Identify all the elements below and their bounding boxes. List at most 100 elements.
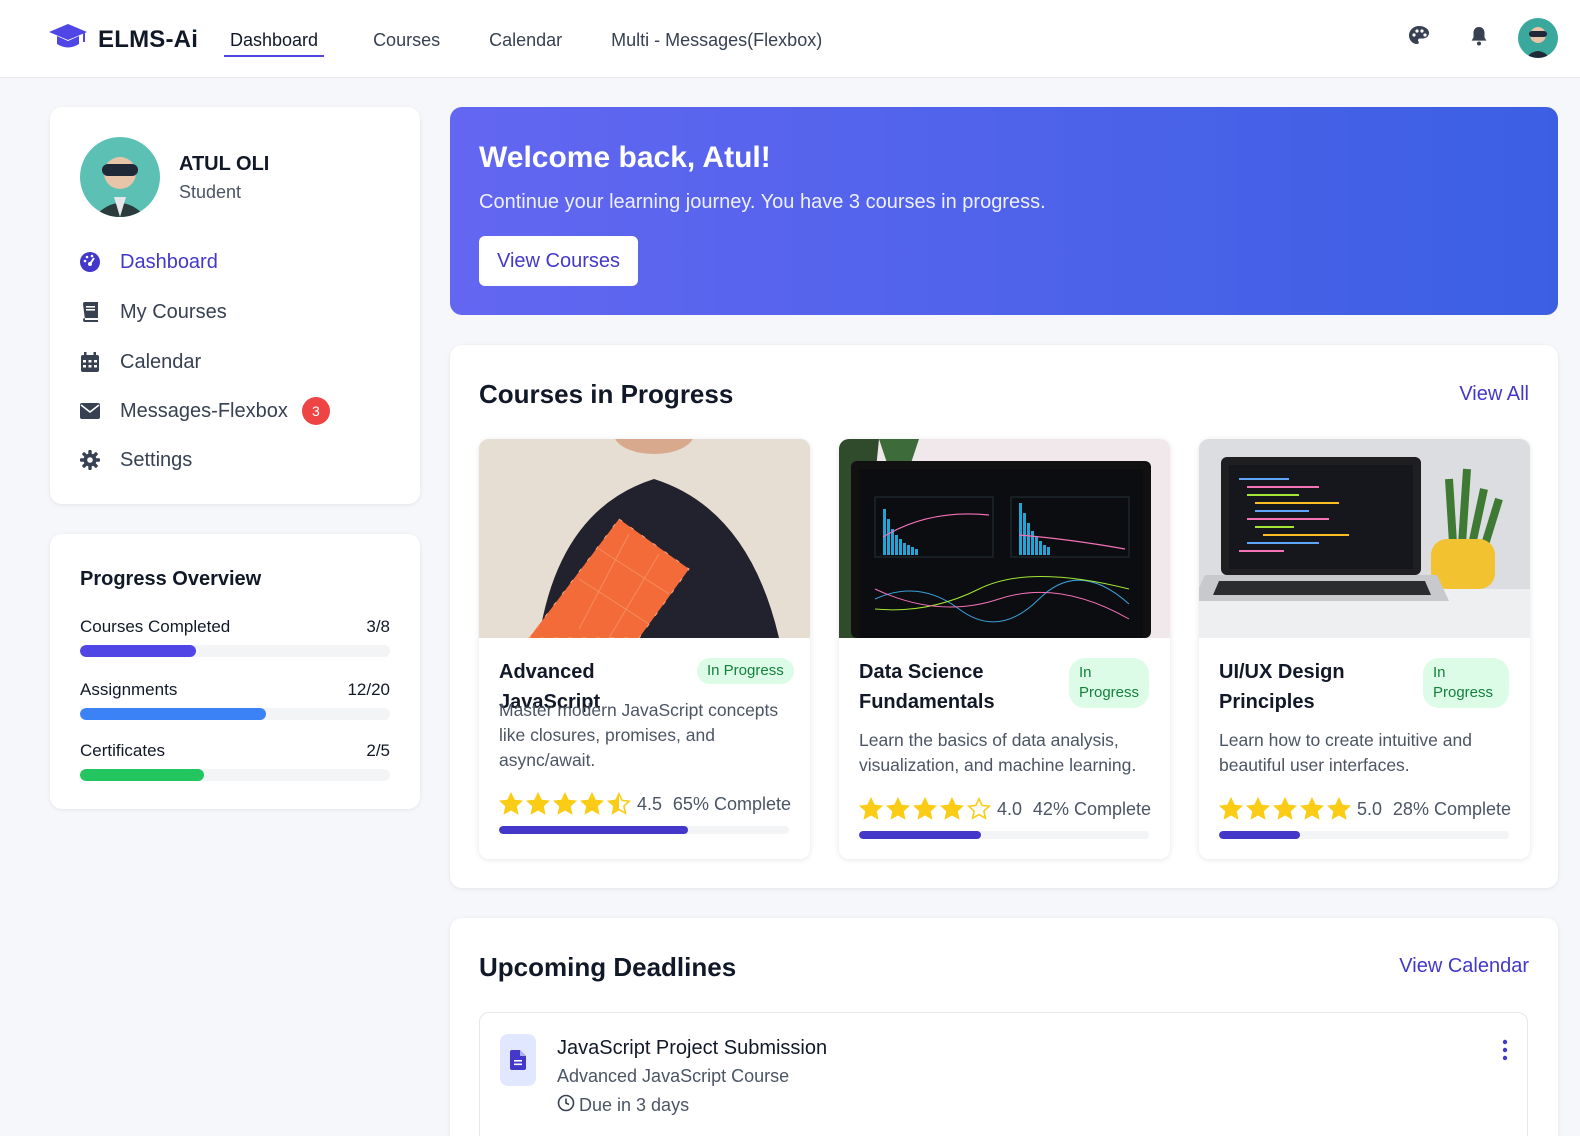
view-courses-button[interactable]: View Courses [479,236,638,286]
progress-label: Assignments [80,680,178,699]
brand[interactable]: ELMS-Ai [48,22,198,57]
course-progress-fill [1219,831,1301,839]
more-options-icon[interactable] [1501,1039,1509,1061]
sidebar-item-messages[interactable]: Messages-Flexbox 3 [80,396,330,426]
progress-bar-fill [80,708,266,720]
rating-row: 4.5 65% Complete [499,792,791,816]
course-thumbnail [1199,439,1530,638]
star-full-icon [1246,797,1270,820]
main-nav: Dashboard Courses Calendar Multi - Messa… [224,28,865,57]
palette-icon[interactable] [1407,24,1431,48]
rating-row: 4.0 42% Complete [859,797,1151,821]
course-progress-bar [859,831,1149,839]
course-progress-bar [499,826,789,834]
due-text: Due in 3 days [579,1095,690,1115]
sidebar-item-calendar[interactable]: Calendar [80,347,201,377]
top-navbar: ELMS-Ai Dashboard Courses Calendar Multi… [0,0,1580,78]
star-rating [859,797,991,821]
progress-bar [80,769,390,781]
sidebar-item-settings[interactable]: Settings [80,445,192,475]
star-full-icon [499,792,523,815]
course-card[interactable]: Advanced JavaScript In Progress Master m… [479,439,810,859]
star-full-icon [526,792,550,815]
progress-label: Courses Completed [80,617,231,636]
brand-name: ELMS-Ai [98,25,199,53]
book-icon [80,302,100,322]
progress-value: 3/8 [366,617,390,636]
sidebar-item-dashboard[interactable]: Dashboard [80,247,218,277]
welcome-banner: Welcome back, Atul! Continue your learni… [450,107,1558,315]
clock-icon [557,1094,575,1117]
deadline-due: Due in 3 days [557,1094,689,1117]
welcome-title: Welcome back, Atul! [479,141,771,174]
rating-value: 4.0 [997,798,1023,819]
course-title: Data Science Fundamentals [859,661,995,713]
star-half-icon [607,792,631,815]
deadline-course: Advanced JavaScript Course [557,1066,790,1086]
progress-bar-fill [80,645,197,657]
nav-link-courses[interactable]: Courses [367,28,446,57]
dashboard-icon [80,252,100,272]
nav-link-dashboard[interactable]: Dashboard [224,28,325,57]
star-full-icon [913,797,937,820]
welcome-subtitle: Continue your learning journey. You have… [479,191,1046,213]
star-full-icon [859,797,883,820]
course-card[interactable]: UI/UX Design Principles In Progress Lear… [1199,439,1530,859]
star-full-icon [553,792,577,815]
section-title: Upcoming Deadlines [479,952,737,982]
star-rating [499,792,631,816]
course-description: Learn the basics of data analysis, visua… [859,730,1137,775]
view-calendar-link[interactable]: View Calendar [1399,955,1529,978]
upcoming-deadlines-section: Upcoming Deadlines View Calendar JavaScr… [450,918,1558,1136]
star-empty-icon [967,797,991,820]
avatar[interactable] [1518,18,1558,58]
status-badge: In Progress [697,658,794,684]
sidebar-item-label: Messages-Flexbox [120,399,288,422]
course-progress-fill [859,831,981,839]
sidebar-item-label: My Courses [120,300,227,323]
nav-link-messages[interactable]: Multi - Messages(Flexbox) [605,28,828,57]
sidebar-item-label: Settings [120,448,193,471]
profile-name: ATUL OLI [179,153,270,175]
courses-in-progress-section: Courses in Progress View All Advanced Ja… [450,345,1558,888]
document-icon [500,1034,536,1086]
course-description: Master modern JavaScript concepts like c… [499,700,779,770]
sidebar-item-my-courses[interactable]: My Courses [80,297,227,327]
deadline-title: JavaScript Project Submission [557,1037,828,1059]
course-thumbnail [839,439,1170,638]
progress-label: Certificates [80,741,166,760]
envelope-icon [80,401,100,421]
star-full-icon [1327,797,1351,820]
sidebar-item-label: Calendar [120,350,202,373]
course-title: UI/UX Design Principles [1219,661,1345,713]
progress-bar [80,645,390,657]
rating-value: 5.0 [1357,798,1383,819]
star-full-icon [1273,797,1297,820]
gear-icon [80,450,100,470]
deadline-item[interactable]: JavaScript Project Submission Advanced J… [479,1012,1528,1136]
progress-value: 12/20 [347,680,390,699]
progress-row-courses: Courses Completed 3/8 [80,617,390,657]
view-all-link[interactable]: View All [1459,383,1529,406]
completion-text: 28% Complete [1392,798,1511,819]
calendar-icon [80,352,100,372]
status-badge: In Progress [1069,658,1149,708]
graduation-cap-icon [48,22,88,57]
course-card[interactable]: Data Science Fundamentals In Progress Le… [839,439,1170,859]
avatar [80,137,160,217]
profile-card: ATUL OLI Student Dashboard My Courses Ca… [50,107,420,504]
progress-overview-card: Progress Overview Courses Completed 3/8 … [50,534,420,809]
star-full-icon [886,797,910,820]
bell-icon[interactable] [1467,24,1491,48]
nav-link-calendar[interactable]: Calendar [483,28,568,57]
course-thumbnail [479,439,810,638]
rating-row: 5.0 28% Complete [1219,797,1511,821]
star-full-icon [580,792,604,815]
course-progress-bar [1219,831,1509,839]
progress-bar [80,708,390,720]
status-badge: In Progress [1423,658,1509,708]
profile-role: Student [179,182,242,202]
star-full-icon [1300,797,1324,820]
progress-overview-title: Progress Overview [80,568,262,590]
completion-text: 65% Complete [672,793,791,814]
